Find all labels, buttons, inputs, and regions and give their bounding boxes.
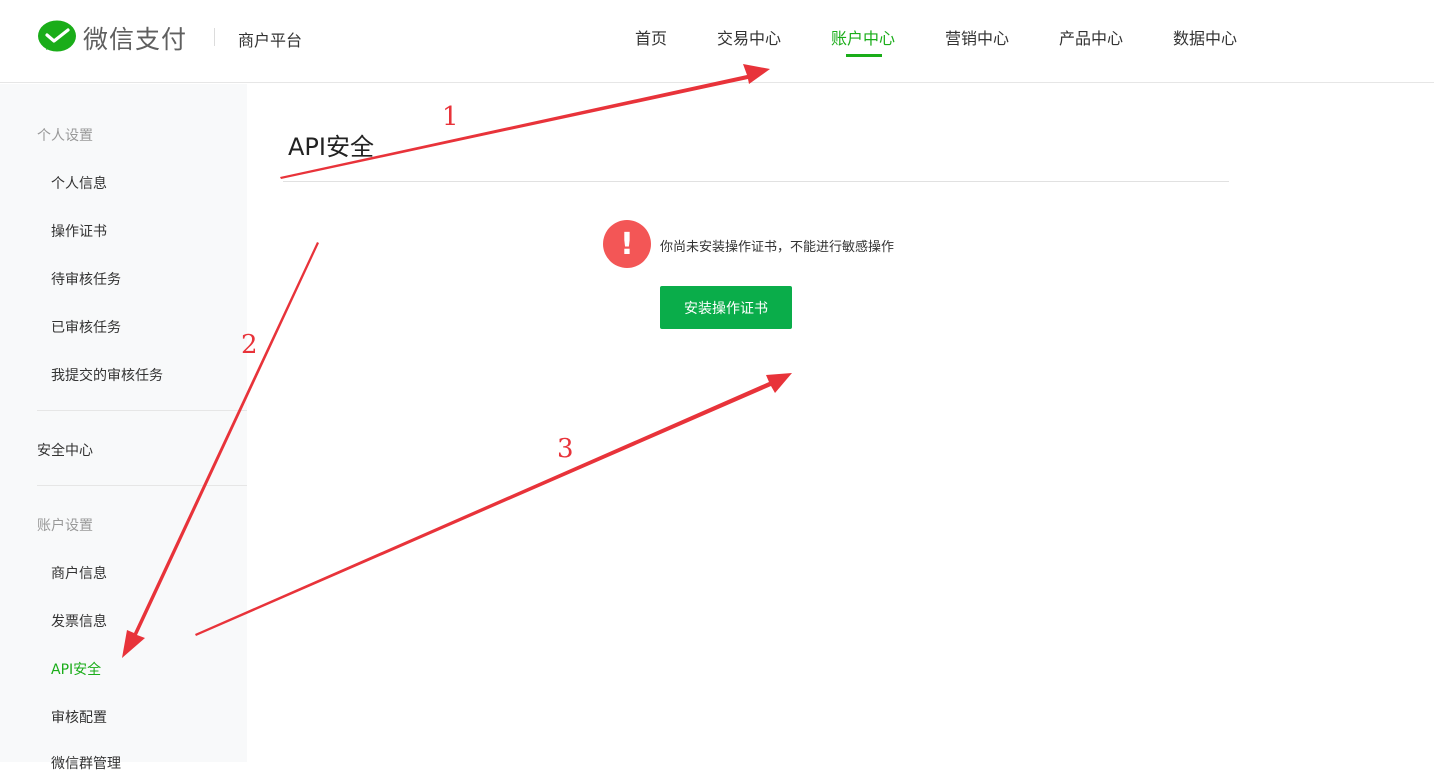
sidebar-group-personal: 个人设置	[37, 128, 93, 144]
platform-label: 商户平台	[238, 31, 303, 50]
annotation-label-3: 3	[557, 434, 574, 464]
sidebar-item-operation-cert[interactable]: 操作证书	[51, 221, 107, 241]
nav-trade-center[interactable]: 交易中心	[717, 25, 781, 49]
annotation-arrow-3	[195, 373, 792, 636]
nav-account-center[interactable]: 账户中心	[831, 25, 895, 49]
title-divider	[283, 181, 1229, 182]
sidebar-item-security-center[interactable]: 安全中心	[37, 440, 93, 460]
annotation-label-2: 2	[241, 330, 258, 360]
sidebar: 个人设置 个人信息 操作证书 待审核任务 已审核任务 我提交的审核任务 安全中心…	[0, 84, 247, 772]
wechat-pay-logo-icon	[38, 20, 76, 52]
sidebar-item-review-config[interactable]: 审核配置	[51, 707, 107, 727]
top-bar: 微信支付 商户平台 首页 交易中心 账户中心 营销中心 产品中心 数据中心	[0, 0, 1434, 83]
wechat-pay-logo[interactable]: 微信支付	[37, 20, 187, 56]
sidebar-item-invoice-info[interactable]: 发票信息	[51, 611, 107, 631]
warning-message: 你尚未安装操作证书，不能进行敏感操作	[660, 240, 895, 255]
sidebar-item-submitted-tasks[interactable]: 我提交的审核任务	[51, 365, 163, 385]
annotation-label-1: 1	[442, 102, 459, 132]
sidebar-item-personal-info[interactable]: 个人信息	[51, 173, 107, 193]
logo-divider	[214, 28, 215, 46]
exclamation-icon: !	[603, 220, 651, 268]
nav-product-center[interactable]: 产品中心	[1059, 25, 1123, 49]
logo-text: 微信支付	[83, 25, 188, 54]
sidebar-divider	[37, 410, 247, 411]
nav-marketing-center[interactable]: 营销中心	[945, 25, 1009, 49]
install-cert-button[interactable]: 安装操作证书	[660, 286, 792, 329]
sidebar-group-account: 账户设置	[37, 518, 93, 534]
sidebar-item-merchant-info[interactable]: 商户信息	[51, 563, 107, 583]
sidebar-item-api-security[interactable]: API安全	[51, 659, 101, 679]
nav-data-center[interactable]: 数据中心	[1173, 25, 1237, 49]
page-title: API安全	[288, 133, 374, 161]
sidebar-item-reviewed-tasks[interactable]: 已审核任务	[51, 317, 121, 337]
sidebar-divider	[37, 485, 247, 486]
sidebar-item-pending-tasks[interactable]: 待审核任务	[51, 269, 121, 289]
sidebar-item-wechat-group[interactable]: 微信群管理	[51, 753, 121, 773]
nav-home[interactable]: 首页	[635, 25, 667, 49]
nav-active-underline	[846, 54, 882, 57]
